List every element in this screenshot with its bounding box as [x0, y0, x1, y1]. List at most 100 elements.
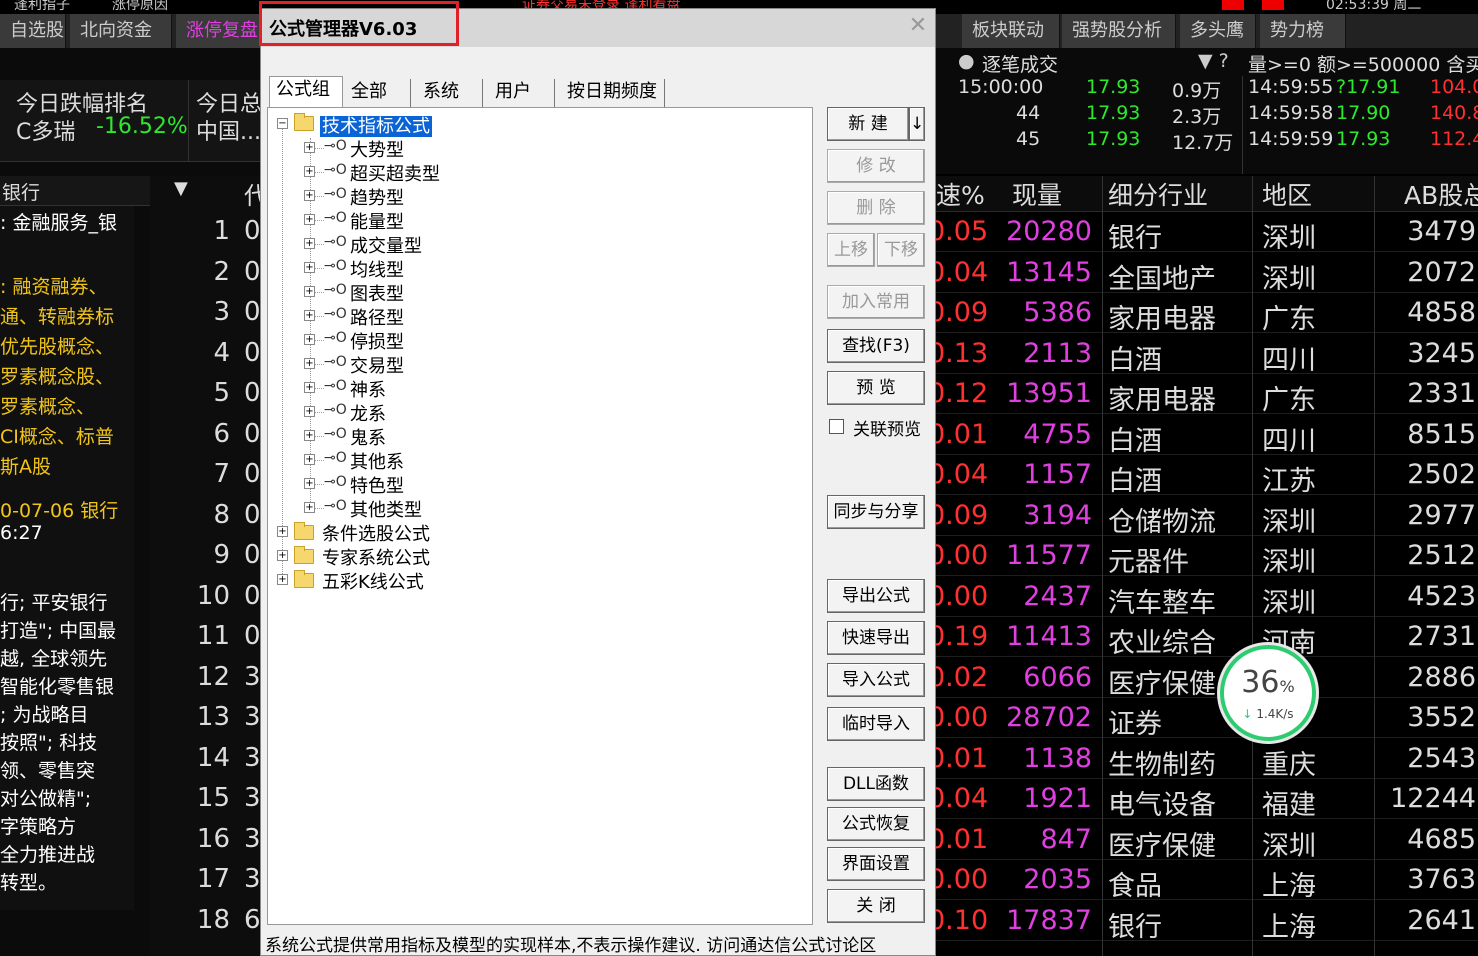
row-code[interactable]: 0: [244, 338, 261, 368]
table-row[interactable]: 0.04 13145 全国地产 深圳 2072: [928, 253, 1478, 295]
modify-button[interactable]: 修 改: [827, 149, 925, 183]
row-code[interactable]: 0: [244, 540, 261, 570]
tab-power-list[interactable]: 势力榜: [1260, 14, 1346, 48]
move-up-button[interactable]: 上移: [827, 233, 875, 267]
tree-node-category[interactable]: 神系: [350, 376, 386, 401]
sort-arrow-icon[interactable]: ▼: [174, 178, 188, 199]
row-code[interactable]: 0: [244, 500, 261, 530]
expand-icon[interactable]: +: [304, 238, 315, 249]
table-row[interactable]: 0.09 5386 家用电器 广东 4858: [928, 293, 1478, 335]
tab-formula-group[interactable]: 公式组: [269, 76, 343, 107]
col-speed[interactable]: 速%: [936, 176, 985, 212]
expand-icon[interactable]: +: [304, 382, 315, 393]
expand-icon[interactable]: +: [304, 334, 315, 345]
expand-icon[interactable]: +: [304, 262, 315, 273]
expand-icon[interactable]: +: [304, 190, 315, 201]
link-preview-checkbox[interactable]: [829, 419, 844, 434]
expand-icon[interactable]: +: [304, 286, 315, 297]
col-ab-shares[interactable]: AB股总: [1404, 176, 1478, 212]
expand-icon[interactable]: +: [304, 310, 315, 321]
table-row[interactable]: 0.01 1138 生物制药 重庆 2543: [928, 739, 1478, 781]
new-dropdown-button[interactable]: ↓: [909, 107, 925, 141]
tree-node-category[interactable]: 路径型: [350, 304, 404, 329]
gear-icon[interactable]: ●: [958, 50, 975, 72]
tree-node-category[interactable]: 鬼系: [350, 424, 386, 449]
tree-node-category[interactable]: 其他系: [350, 448, 404, 473]
col-region[interactable]: 地区: [1262, 176, 1312, 212]
row-code[interactable]: 0: [244, 378, 261, 408]
tree-node-formula-group[interactable]: 专家系统公式: [322, 544, 430, 569]
expand-icon[interactable]: +: [304, 430, 315, 441]
expand-icon[interactable]: +: [304, 478, 315, 489]
row-code[interactable]: 3: [244, 864, 261, 894]
row-code[interactable]: 0: [244, 621, 261, 651]
table-row[interactable]: 0.00 2437 汽车整车 深圳 4523: [928, 577, 1478, 619]
expand-icon[interactable]: +: [277, 550, 288, 561]
tab-system[interactable]: 系统: [417, 79, 483, 107]
tree-node-category[interactable]: 均线型: [350, 256, 404, 281]
tree-node-category[interactable]: 龙系: [350, 400, 386, 425]
expand-icon[interactable]: +: [304, 406, 315, 417]
expand-icon[interactable]: +: [304, 502, 315, 513]
export-formula-button[interactable]: 导出公式: [827, 579, 925, 613]
table-row[interactable]: 0.13 2113 白酒 四川 3245: [928, 334, 1478, 376]
tree-node-technical-indicators[interactable]: 技术指标公式: [320, 112, 432, 137]
row-code[interactable]: 3: [244, 702, 261, 732]
tree-node-category[interactable]: 成交量型: [350, 232, 422, 257]
table-row[interactable]: 0.04 1157 白酒 江苏 2502: [928, 455, 1478, 497]
tree-node-category[interactable]: 特色型: [350, 472, 404, 497]
rank-other-stock[interactable]: 中国...: [196, 114, 261, 146]
collapse-icon[interactable]: −: [277, 118, 288, 129]
ui-settings-button[interactable]: 界面设置: [827, 847, 925, 881]
filter-icon[interactable]: ▼ ?: [1198, 50, 1229, 72]
tree-node-category[interactable]: 交易型: [350, 352, 404, 377]
dll-function-button[interactable]: DLL函数: [827, 767, 925, 801]
tree-node-category[interactable]: 能量型: [350, 208, 404, 233]
tab-bull-eagle[interactable]: 多头鹰: [1180, 14, 1256, 48]
tree-node-formula-group[interactable]: 五彩K线公式: [322, 568, 424, 593]
rank-stock-name[interactable]: C多瑞: [16, 114, 75, 146]
tab-strong-stock[interactable]: 强势股分析: [1062, 14, 1176, 48]
table-row[interactable]: 0.00 2035 食品 上海 3763: [928, 860, 1478, 902]
tree-node-category[interactable]: 趋势型: [350, 184, 404, 209]
expand-icon[interactable]: +: [277, 526, 288, 537]
dialog-titlebar[interactable]: 公式管理器V6.03 ✕: [259, 1, 935, 47]
close-button[interactable]: 关 闭: [827, 889, 925, 923]
expand-icon[interactable]: +: [304, 214, 315, 225]
row-code[interactable]: 3: [244, 743, 261, 773]
expand-icon[interactable]: +: [304, 454, 315, 465]
table-row[interactable]: 0.19 11413 农业综合 河南 2731: [928, 617, 1478, 659]
close-icon[interactable]: ✕: [907, 15, 929, 37]
table-row[interactable]: 0.04 1921 电气设备 福建 12244: [928, 779, 1478, 821]
table-row[interactable]: 0.05 20280 银行 深圳 3479: [928, 212, 1478, 254]
tree-node-category[interactable]: 大势型: [350, 136, 404, 161]
temp-import-button[interactable]: 临时导入: [827, 707, 925, 741]
sync-share-button[interactable]: 同步与分享: [827, 495, 925, 529]
new-formula-button[interactable]: 新 建: [827, 107, 909, 141]
row-code[interactable]: 0: [244, 419, 261, 449]
col-volume[interactable]: 现量: [1012, 176, 1062, 212]
row-code[interactable]: 3: [244, 662, 261, 692]
preview-button[interactable]: 预 览: [827, 371, 925, 405]
table-row[interactable]: 0.02 6066 医疗保健 2886: [928, 658, 1478, 700]
table-row[interactable]: 0.10 17837 银行 上海 2641: [928, 901, 1478, 943]
table-row[interactable]: 0.01 4755 白酒 四川 8515: [928, 415, 1478, 457]
import-formula-button[interactable]: 导入公式: [827, 663, 925, 697]
quick-export-button[interactable]: 快速导出: [827, 621, 925, 655]
move-down-button[interactable]: 下移: [877, 233, 925, 267]
tab-watchlist[interactable]: 自选股: [0, 14, 66, 48]
tab-all[interactable]: 全部: [345, 79, 411, 107]
row-code[interactable]: 0: [244, 257, 261, 287]
expand-icon[interactable]: +: [277, 574, 288, 585]
tab-northbound[interactable]: 北向资金: [70, 14, 172, 48]
tree-node-category[interactable]: 超买超卖型: [350, 160, 440, 185]
col-industry[interactable]: 细分行业: [1108, 176, 1208, 212]
row-code[interactable]: 0: [244, 459, 261, 489]
tree-node-category[interactable]: 停损型: [350, 328, 404, 353]
table-row[interactable]: 0.09 3194 仓储物流 深圳 2977: [928, 496, 1478, 538]
table-row[interactable]: 0.00 11577 元器件 深圳 2512: [928, 536, 1478, 578]
find-button[interactable]: 查找(F3): [827, 329, 925, 363]
tree-node-category[interactable]: 图表型: [350, 280, 404, 305]
expand-icon[interactable]: +: [304, 358, 315, 369]
row-code[interactable]: 3: [244, 824, 261, 854]
